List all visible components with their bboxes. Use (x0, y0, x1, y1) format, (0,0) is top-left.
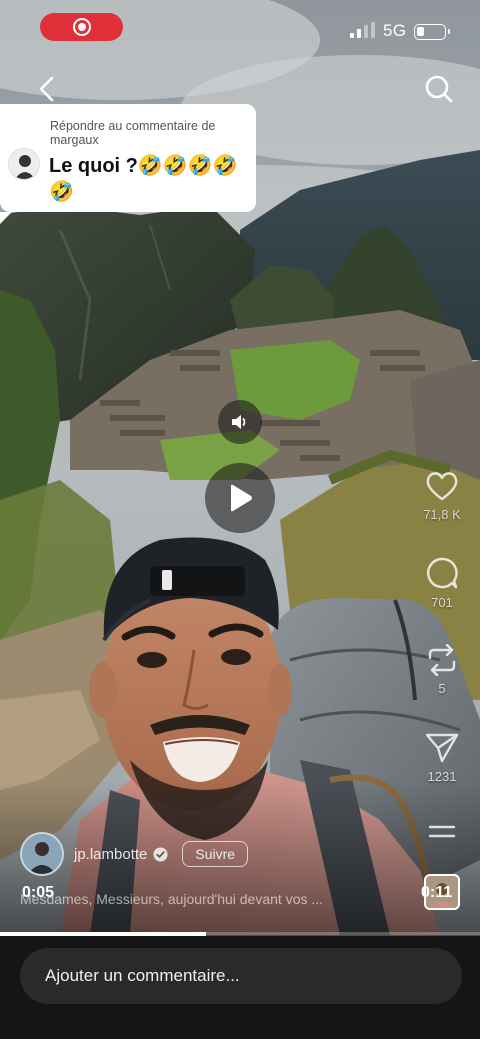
comment-bubble-icon (427, 557, 458, 589)
reply-heading: Répondre au commentaire de margaux (50, 119, 216, 147)
speaker-icon (232, 415, 246, 429)
author-avatar[interactable] (20, 832, 64, 876)
total-time: 0:11 (421, 884, 453, 901)
send-icon (425, 733, 459, 763)
network-type: 5G (383, 21, 407, 40)
commenter-avatar (8, 148, 40, 180)
search-button[interactable] (420, 70, 458, 108)
send-action[interactable]: 1231 (412, 732, 472, 784)
battery-icon (414, 24, 450, 40)
video-caption[interactable]: Mesdames, Messieurs, aujourd'hui devant … (20, 891, 382, 907)
more-options-button[interactable] (424, 824, 460, 848)
status-bar: 5G (0, 0, 480, 54)
screen-record-indicator[interactable] (40, 13, 123, 41)
send-count: 1231 (427, 769, 457, 784)
comment-count: 701 (431, 595, 453, 610)
search-icon (425, 75, 453, 103)
cellular-signal-icon (350, 22, 375, 38)
heart-icon (426, 472, 458, 501)
comment-input[interactable]: Ajouter un commentaire... (20, 948, 462, 1004)
repost-icon (428, 644, 456, 676)
comment-action[interactable]: 701 (412, 556, 472, 610)
more-options-icon (428, 825, 456, 838)
author-row: jp.lambotte Suivre (20, 832, 249, 876)
mute-button[interactable] (218, 400, 262, 444)
follow-button[interactable]: Suivre (182, 841, 249, 867)
chevron-left-icon (39, 76, 54, 102)
play-icon (231, 484, 252, 512)
like-count: 71,8 K (423, 507, 461, 522)
verified-badge-icon (153, 846, 168, 862)
comment-bar: Ajouter un commentaire... (0, 936, 480, 1039)
battery-level (417, 27, 424, 36)
repost-count: 5 (438, 681, 446, 696)
back-button[interactable] (30, 72, 64, 106)
screen-record-icon (72, 18, 91, 36)
reply-comment-text: Le quoi ?🤣🤣🤣🤣🤣 (49, 155, 238, 203)
play-button[interactable] (205, 463, 275, 533)
author-username[interactable]: jp.lambotte (74, 846, 147, 863)
repost-action[interactable]: 5 (412, 644, 472, 696)
reply-comment-sticker[interactable]: Répondre au commentaire de margaux Le qu… (0, 104, 256, 224)
like-action[interactable]: 71,8 K (412, 470, 472, 522)
